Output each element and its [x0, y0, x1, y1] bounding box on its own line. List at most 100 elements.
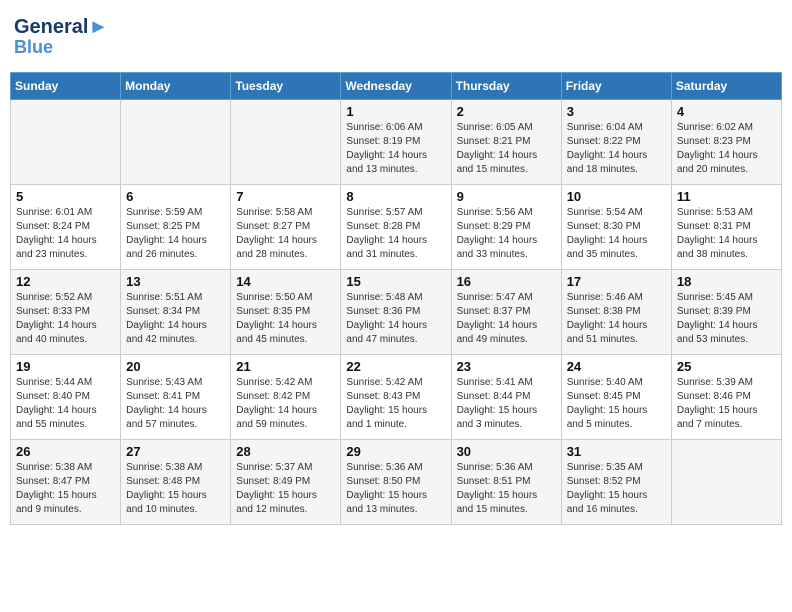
day-number: 23: [457, 359, 556, 374]
logo: General► Blue: [14, 16, 108, 58]
logo-text-general: General►: [14, 16, 108, 38]
calendar-cell: 3Sunrise: 6:04 AM Sunset: 8:22 PM Daylig…: [561, 99, 671, 184]
day-number: 15: [346, 274, 445, 289]
day-number: 12: [16, 274, 115, 289]
calendar-cell: 23 Sunrise: 5:41 AM Sunset: 8:44 PM Dayli…: [451, 354, 561, 439]
calendar-cell: 8 Sunrise: 5:57 AM Sunset: 8:28 PM Daylig…: [341, 184, 451, 269]
day-info: Sunrise: 6:06 AM Sunset: 8:19 PM Dayligh…: [346, 121, 445, 177]
day-info: Sunrise: 5:52 AM Sunset: 8:33 PM Dayligh…: [16, 291, 115, 347]
day-info: Sunrise: 5:42 AM Sunset: 8:43 PM Dayligh…: [346, 376, 445, 432]
day-info: Sunrise: 6:02 AM Sunset: 8:23 PM Dayligh…: [677, 121, 776, 177]
calendar-cell: 2 Sunrise: 6:05 AM Sunset: 8:21 PM Daylig…: [451, 99, 561, 184]
calendar-cell: 22Sunrise: 5:42 AM Sunset: 8:43 PM Dayli…: [341, 354, 451, 439]
week-row-5: 26 Sunrise: 5:38 AM Sunset: 8:47 PM Dayli…: [11, 439, 782, 524]
day-info: Sunrise: 5:37 AM Sunset: 8:49 PM Dayligh…: [236, 461, 335, 517]
calendar-cell: [121, 99, 231, 184]
day-number: 19: [16, 359, 115, 374]
calendar-cell: 7 Sunrise: 5:58 AM Sunset: 8:27 PM Daylig…: [231, 184, 341, 269]
day-info: Sunrise: 5:43 AM Sunset: 8:41 PM Dayligh…: [126, 376, 225, 432]
page-header: General► Blue: [10, 10, 782, 64]
calendar-cell: 9 Sunrise: 5:56 AM Sunset: 8:29 PM Daylig…: [451, 184, 561, 269]
calendar-cell: [231, 99, 341, 184]
calendar-cell: [11, 99, 121, 184]
day-info: Sunrise: 5:38 AM Sunset: 8:47 PM Dayligh…: [16, 461, 115, 517]
day-number: 21: [236, 359, 335, 374]
day-number: 18: [677, 274, 776, 289]
day-number: 3: [567, 104, 666, 119]
day-info: Sunrise: 5:39 AM Sunset: 8:46 PM Dayligh…: [677, 376, 776, 432]
calendar-cell: 19 Sunrise: 5:44 AM Sunset: 8:40 PM Dayli…: [11, 354, 121, 439]
weekday-header-wednesday: Wednesday: [341, 72, 451, 99]
calendar-cell: 24 Sunrise: 5:40 AM Sunset: 8:45 PM Dayli…: [561, 354, 671, 439]
weekday-header-tuesday: Tuesday: [231, 72, 341, 99]
calendar-cell: 31 Sunrise: 5:35 AM Sunset: 8:52 PM Dayli…: [561, 439, 671, 524]
calendar-cell: 25 Sunrise: 5:39 AM Sunset: 8:46 PM Dayli…: [671, 354, 781, 439]
day-info: Sunrise: 5:42 AM Sunset: 8:42 PM Dayligh…: [236, 376, 335, 432]
calendar-cell: 18 Sunrise: 5:45 AM Sunset: 8:39 PM Dayli…: [671, 269, 781, 354]
day-number: 5: [16, 189, 115, 204]
weekday-header-friday: Friday: [561, 72, 671, 99]
day-number: 1: [346, 104, 445, 119]
day-info: Sunrise: 5:56 AM Sunset: 8:29 PM Dayligh…: [457, 206, 556, 262]
calendar-cell: 12 Sunrise: 5:52 AM Sunset: 8:33 PM Dayli…: [11, 269, 121, 354]
day-number: 4: [677, 104, 776, 119]
day-number: 25: [677, 359, 776, 374]
calendar-cell: 13 Sunrise: 5:51 AM Sunset: 8:34 PM Dayli…: [121, 269, 231, 354]
day-number: 27: [126, 444, 225, 459]
week-row-4: 19 Sunrise: 5:44 AM Sunset: 8:40 PM Dayli…: [11, 354, 782, 439]
day-number: 31: [567, 444, 666, 459]
weekday-header-thursday: Thursday: [451, 72, 561, 99]
day-number: 20: [126, 359, 225, 374]
day-info: Sunrise: 5:45 AM Sunset: 8:39 PM Dayligh…: [677, 291, 776, 347]
calendar-cell: 16Sunrise: 5:47 AM Sunset: 8:37 PM Dayli…: [451, 269, 561, 354]
day-info: Sunrise: 5:58 AM Sunset: 8:27 PM Dayligh…: [236, 206, 335, 262]
day-number: 9: [457, 189, 556, 204]
day-number: 8: [346, 189, 445, 204]
day-number: 24: [567, 359, 666, 374]
week-row-1: 1 Sunrise: 6:06 AM Sunset: 8:19 PM Daylig…: [11, 99, 782, 184]
calendar-cell: 20 Sunrise: 5:43 AM Sunset: 8:41 PM Dayli…: [121, 354, 231, 439]
day-info: Sunrise: 6:05 AM Sunset: 8:21 PM Dayligh…: [457, 121, 556, 177]
day-info: Sunrise: 5:44 AM Sunset: 8:40 PM Dayligh…: [16, 376, 115, 432]
day-number: 11: [677, 189, 776, 204]
calendar-cell: 30Sunrise: 5:36 AM Sunset: 8:51 PM Dayli…: [451, 439, 561, 524]
week-row-3: 12 Sunrise: 5:52 AM Sunset: 8:33 PM Dayli…: [11, 269, 782, 354]
day-info: Sunrise: 5:51 AM Sunset: 8:34 PM Dayligh…: [126, 291, 225, 347]
calendar-cell: 29Sunrise: 5:36 AM Sunset: 8:50 PM Dayli…: [341, 439, 451, 524]
day-info: Sunrise: 5:40 AM Sunset: 8:45 PM Dayligh…: [567, 376, 666, 432]
day-info: Sunrise: 5:50 AM Sunset: 8:35 PM Dayligh…: [236, 291, 335, 347]
calendar-table: SundayMondayTuesdayWednesdayThursdayFrid…: [10, 72, 782, 525]
calendar-cell: 1 Sunrise: 6:06 AM Sunset: 8:19 PM Daylig…: [341, 99, 451, 184]
day-number: 7: [236, 189, 335, 204]
day-info: Sunrise: 5:54 AM Sunset: 8:30 PM Dayligh…: [567, 206, 666, 262]
calendar-cell: 11 Sunrise: 5:53 AM Sunset: 8:31 PM Dayli…: [671, 184, 781, 269]
calendar-cell: [671, 439, 781, 524]
weekday-header-row: SundayMondayTuesdayWednesdayThursdayFrid…: [11, 72, 782, 99]
calendar-cell: 17Sunrise: 5:46 AM Sunset: 8:38 PM Dayli…: [561, 269, 671, 354]
calendar-cell: 21 Sunrise: 5:42 AM Sunset: 8:42 PM Dayli…: [231, 354, 341, 439]
calendar-cell: 28 Sunrise: 5:37 AM Sunset: 8:49 PM Dayli…: [231, 439, 341, 524]
day-number: 10: [567, 189, 666, 204]
logo-text-blue: Blue: [14, 38, 53, 58]
day-info: Sunrise: 5:35 AM Sunset: 8:52 PM Dayligh…: [567, 461, 666, 517]
day-info: Sunrise: 5:36 AM Sunset: 8:50 PM Dayligh…: [346, 461, 445, 517]
calendar-cell: 6Sunrise: 5:59 AM Sunset: 8:25 PM Daylig…: [121, 184, 231, 269]
day-info: Sunrise: 5:53 AM Sunset: 8:31 PM Dayligh…: [677, 206, 776, 262]
day-number: 14: [236, 274, 335, 289]
calendar-cell: 26 Sunrise: 5:38 AM Sunset: 8:47 PM Dayli…: [11, 439, 121, 524]
day-info: Sunrise: 5:41 AM Sunset: 8:44 PM Dayligh…: [457, 376, 556, 432]
day-number: 28: [236, 444, 335, 459]
day-info: Sunrise: 5:48 AM Sunset: 8:36 PM Dayligh…: [346, 291, 445, 347]
day-number: 16: [457, 274, 556, 289]
day-number: 26: [16, 444, 115, 459]
day-info: Sunrise: 5:57 AM Sunset: 8:28 PM Dayligh…: [346, 206, 445, 262]
calendar-cell: 5 Sunrise: 6:01 AM Sunset: 8:24 PM Daylig…: [11, 184, 121, 269]
day-info: Sunrise: 6:01 AM Sunset: 8:24 PM Dayligh…: [16, 206, 115, 262]
weekday-header-sunday: Sunday: [11, 72, 121, 99]
calendar-cell: 27Sunrise: 5:38 AM Sunset: 8:48 PM Dayli…: [121, 439, 231, 524]
calendar-cell: 4 Sunrise: 6:02 AM Sunset: 8:23 PM Daylig…: [671, 99, 781, 184]
day-info: Sunrise: 5:46 AM Sunset: 8:38 PM Dayligh…: [567, 291, 666, 347]
day-number: 13: [126, 274, 225, 289]
day-number: 2: [457, 104, 556, 119]
day-number: 30: [457, 444, 556, 459]
